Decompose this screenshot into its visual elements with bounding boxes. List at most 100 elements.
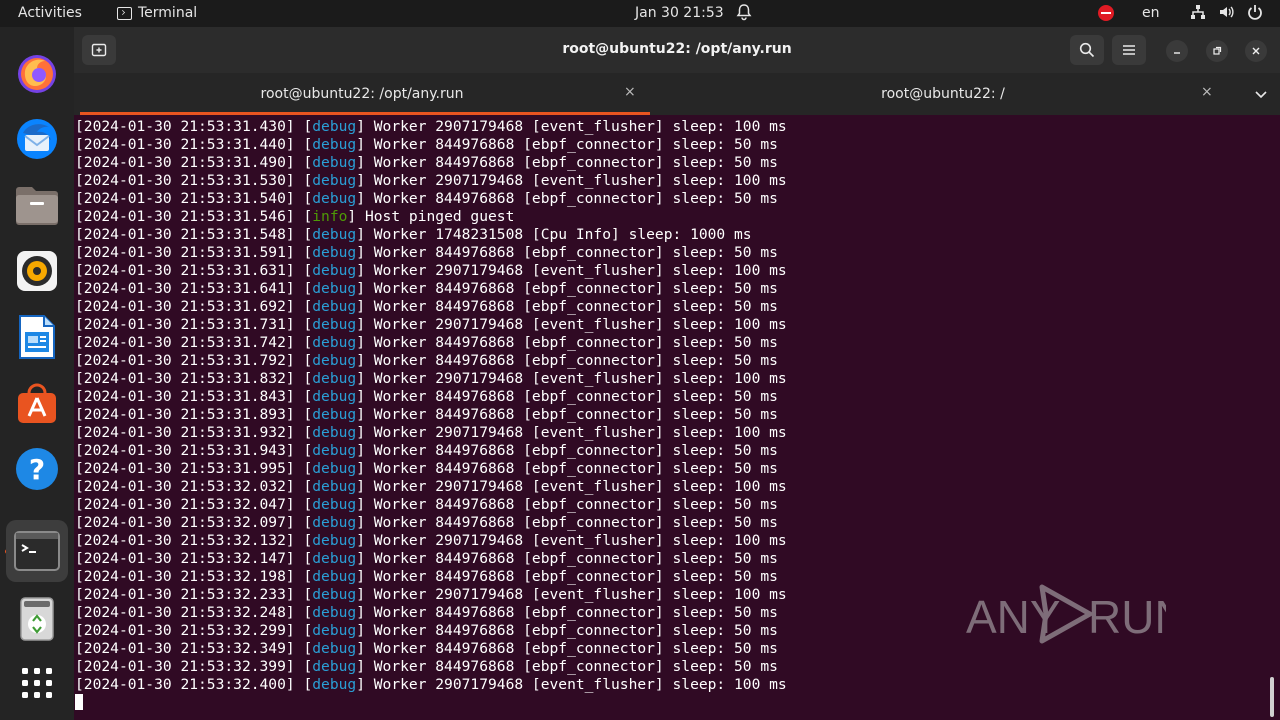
log-timestamp: 2024-01-30 21:53:31.995: [83, 460, 286, 477]
bracket: [: [75, 640, 84, 657]
bracket: [: [75, 424, 84, 441]
terminal-line: [2024-01-30 21:53:31.631] [debug] Worker…: [75, 262, 1265, 280]
trash-icon[interactable]: [11, 593, 63, 645]
volume-icon[interactable]: [1218, 4, 1234, 24]
terminal-line: [2024-01-30 21:53:31.742] [debug] Worker…: [75, 334, 1265, 352]
terminal-dock-icon[interactable]: [6, 520, 68, 582]
bracket: ]: [356, 442, 365, 459]
log-timestamp: 2024-01-30 21:53:32.400: [83, 676, 286, 693]
bracket: ] [: [285, 550, 313, 567]
log-timestamp: 2024-01-30 21:53:31.641: [83, 280, 286, 297]
terminal-line: [2024-01-30 21:53:31.995] [debug] Worker…: [75, 460, 1265, 478]
app-menu[interactable]: Terminal: [117, 5, 197, 21]
bracket: [: [75, 280, 84, 297]
log-timestamp: 2024-01-30 21:53:31.692: [83, 298, 286, 315]
bracket: ] [: [285, 352, 313, 369]
tab-root[interactable]: root@ubuntu22: / ×: [650, 73, 1236, 115]
bracket: [: [75, 568, 84, 585]
tab-close-button[interactable]: ×: [1201, 84, 1213, 100]
bracket: ]: [356, 190, 365, 207]
log-timestamp: 2024-01-30 21:53:31.932: [83, 424, 286, 441]
prompt-line: [75, 694, 1265, 712]
tab-any-run[interactable]: root@ubuntu22: /opt/any.run ×: [74, 73, 650, 115]
bracket: [: [75, 388, 84, 405]
network-icon[interactable]: [1190, 4, 1206, 24]
log-timestamp: 2024-01-30 21:53:32.248: [83, 604, 286, 621]
bracket: ]: [356, 586, 365, 603]
clock[interactable]: Jan 30 21:53: [635, 5, 724, 21]
log-message: Worker 2907179468 [event_flusher] sleep:…: [364, 532, 787, 549]
scrollbar[interactable]: [1270, 677, 1274, 717]
show-apps-icon[interactable]: [11, 657, 63, 709]
log-level: debug: [312, 172, 357, 189]
bracket: [: [75, 514, 84, 531]
terminal-line: [2024-01-30 21:53:32.047] [debug] Worker…: [75, 496, 1265, 514]
bracket: ] [: [285, 208, 313, 225]
bracket: ]: [356, 478, 365, 495]
bracket: ]: [347, 208, 357, 225]
bracket: [: [75, 118, 84, 135]
bracket: [: [75, 370, 84, 387]
bracket: ] [: [285, 604, 313, 621]
do-not-disturb-icon[interactable]: [1098, 5, 1114, 21]
activities-button[interactable]: Activities: [18, 5, 82, 21]
bracket: [: [75, 658, 84, 675]
log-message: Worker 844976868 [ebpf_connector] sleep:…: [364, 280, 778, 297]
app-center-icon[interactable]: [11, 377, 63, 429]
search-button[interactable]: [1070, 35, 1104, 65]
log-timestamp: 2024-01-30 21:53:32.349: [83, 640, 286, 657]
bracket: [: [75, 262, 84, 279]
bracket: ] [: [285, 424, 313, 441]
maximize-button[interactable]: [1206, 40, 1228, 62]
chevron-down-icon[interactable]: [1254, 86, 1268, 105]
help-icon[interactable]: ?: [11, 443, 63, 495]
log-level: debug: [312, 154, 357, 171]
log-level: debug: [312, 514, 357, 531]
bracket: ] [: [285, 532, 313, 549]
log-message: Worker 844976868 [ebpf_connector] sleep:…: [364, 514, 778, 531]
language-indicator[interactable]: en: [1142, 5, 1160, 21]
bracket: ] [: [285, 226, 313, 243]
log-timestamp: 2024-01-30 21:53:31.548: [83, 226, 286, 243]
tab-close-button[interactable]: ×: [624, 84, 636, 100]
log-timestamp: 2024-01-30 21:53:31.631: [83, 262, 286, 279]
libreoffice-writer-icon[interactable]: [11, 311, 63, 363]
log-timestamp: 2024-01-30 21:53:31.943: [83, 442, 286, 459]
bracket: ] [: [285, 280, 313, 297]
terminal-app-icon: [117, 6, 132, 20]
bracket: ]: [356, 334, 365, 351]
log-message: Worker 844976868 [ebpf_connector] sleep:…: [364, 550, 778, 567]
log-level: debug: [312, 640, 357, 657]
log-level: debug: [312, 442, 357, 459]
files-icon[interactable]: [11, 179, 63, 231]
log-level: debug: [312, 280, 357, 297]
firefox-icon[interactable]: [11, 47, 63, 99]
close-button[interactable]: [1245, 40, 1267, 62]
watermark-text-right: RUN: [1088, 591, 1166, 643]
log-level: debug: [312, 388, 357, 405]
menu-button[interactable]: [1112, 35, 1146, 65]
rhythmbox-icon[interactable]: [11, 245, 63, 297]
terminal-line: [2024-01-30 21:53:31.490] [debug] Worker…: [75, 154, 1265, 172]
log-timestamp: 2024-01-30 21:53:31.546: [83, 208, 286, 225]
bracket: ]: [356, 658, 365, 675]
minimize-button[interactable]: [1166, 40, 1188, 62]
log-timestamp: 2024-01-30 21:53:31.591: [83, 244, 286, 261]
log-level: debug: [312, 262, 357, 279]
log-message: Worker 844976868 [ebpf_connector] sleep:…: [364, 442, 778, 459]
power-icon[interactable]: [1247, 3, 1263, 25]
thunderbird-icon[interactable]: [11, 113, 63, 165]
log-timestamp: 2024-01-30 21:53:32.399: [83, 658, 286, 675]
terminal-line: [2024-01-30 21:53:31.546] [info] Host pi…: [75, 208, 1265, 226]
bracket: ] [: [285, 496, 313, 513]
log-timestamp: 2024-01-30 21:53:31.832: [83, 370, 286, 387]
log-level: debug: [312, 298, 357, 315]
bracket: ] [: [285, 622, 313, 639]
log-level: debug: [312, 460, 357, 477]
terminal-line: [2024-01-30 21:53:31.843] [debug] Worker…: [75, 388, 1265, 406]
bracket: [: [75, 298, 84, 315]
bracket: [: [75, 208, 84, 225]
bracket: ]: [356, 406, 365, 423]
log-message: Worker 844976868 [ebpf_connector] sleep:…: [364, 640, 778, 657]
bracket: ] [: [285, 244, 313, 261]
